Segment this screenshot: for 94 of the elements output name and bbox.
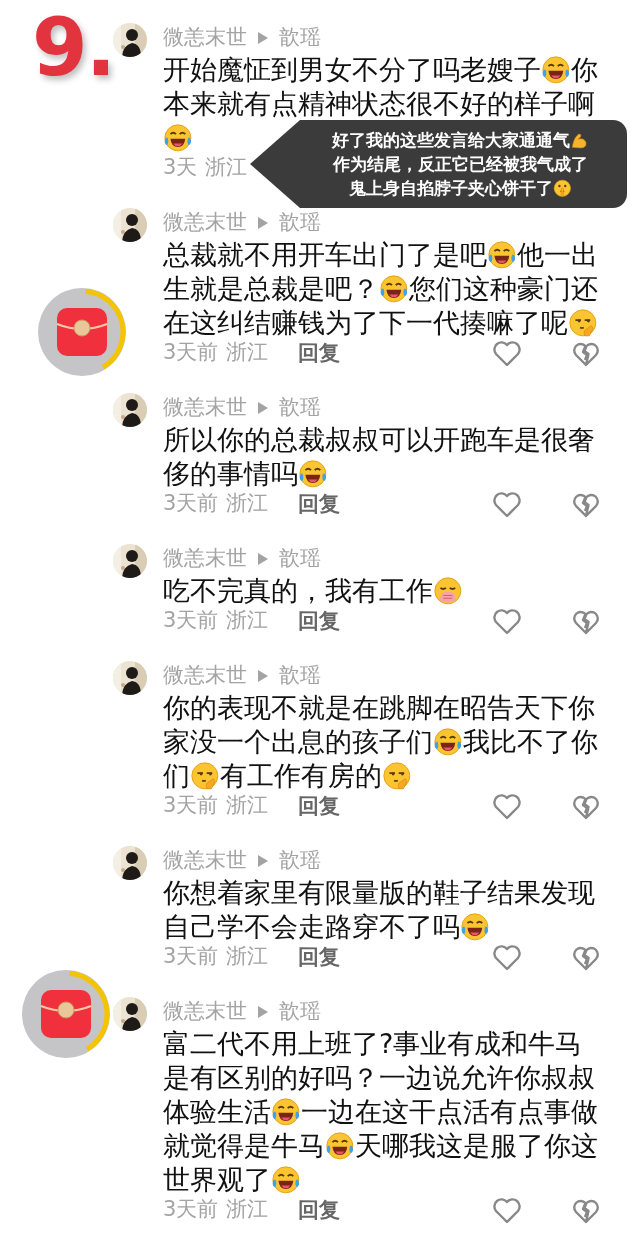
comment-text: 我比不了你 bbox=[462, 726, 598, 757]
crying-laughing-face-icon bbox=[325, 1130, 355, 1161]
reply-button[interactable]: 回复 bbox=[298, 1197, 341, 1223]
comment-text: 你 bbox=[570, 54, 598, 85]
tooltip-text: 作为结尾，反正它已经被我气成了 bbox=[332, 154, 588, 174]
comment-text: 在这纠结赚钱为了下一代揍嘛了呢 bbox=[163, 307, 568, 338]
crying-laughing-face-icon bbox=[298, 458, 328, 489]
comment-text: 所以你的总裁叔叔可以开跑车是很奢 bbox=[163, 424, 595, 455]
crying-laughing-face-icon bbox=[271, 1096, 301, 1127]
comment-text: 富二代不用上班了?事业有成和牛马 bbox=[163, 1028, 583, 1059]
heart-icon[interactable] bbox=[492, 943, 522, 971]
comment-text: 家没一个出息的孩子们 bbox=[163, 726, 433, 757]
location-text: 浙江 bbox=[226, 490, 269, 518]
heart-icon[interactable] bbox=[492, 607, 522, 635]
comment-text: 是有区别的好吗？一边说允许你叔叔 bbox=[163, 1062, 595, 1093]
timestamp: 3天 bbox=[163, 154, 198, 182]
location-text: 浙江 bbox=[226, 339, 269, 367]
timestamp: 3天前 bbox=[163, 1196, 219, 1224]
timestamp: 3天前 bbox=[163, 943, 219, 971]
username[interactable]: 歆瑶 bbox=[279, 543, 321, 575]
play-icon bbox=[257, 31, 269, 45]
location-text: 浙江 bbox=[226, 607, 269, 635]
comment-text: 总裁就不用开车出门了是吧 bbox=[163, 239, 487, 270]
username[interactable]: 微恙末世 bbox=[163, 207, 247, 239]
face-with-hand-icon bbox=[568, 307, 598, 338]
heart-icon[interactable] bbox=[492, 490, 522, 518]
username[interactable]: 微恙末世 bbox=[163, 996, 247, 1028]
location-text: 浙江 bbox=[205, 154, 248, 182]
play-icon bbox=[257, 1005, 269, 1019]
crying-laughing-face-icon bbox=[487, 239, 517, 270]
reply-button[interactable]: 回复 bbox=[298, 793, 341, 819]
comment-text: 你想着家里有限量版的鞋子结果发现 bbox=[163, 877, 595, 908]
comment-text: 体验生活 bbox=[163, 1096, 271, 1127]
location-text: 浙江 bbox=[226, 792, 269, 820]
envelope-icon bbox=[56, 308, 108, 356]
crying-laughing-face-icon bbox=[379, 273, 409, 304]
crying-laughing-face-icon bbox=[541, 54, 571, 85]
username[interactable]: 微恙末世 bbox=[163, 22, 247, 54]
username[interactable]: 歆瑶 bbox=[279, 996, 321, 1028]
username[interactable]: 歆瑶 bbox=[279, 392, 321, 424]
heart-icon[interactable] bbox=[492, 339, 522, 367]
crying-laughing-face-icon bbox=[460, 911, 490, 942]
envelope-icon bbox=[40, 990, 92, 1038]
reply-button[interactable]: 回复 bbox=[298, 944, 341, 970]
tooltip-text: 好了我的这些发言给大家通通气 bbox=[331, 130, 570, 150]
reply-button[interactable]: 回复 bbox=[298, 608, 341, 634]
comment-text: 有工作有房的 bbox=[219, 760, 382, 791]
timestamp: 3天前 bbox=[163, 490, 219, 518]
flexed-arm-icon bbox=[569, 130, 589, 150]
play-icon bbox=[257, 401, 269, 415]
comment-text: 你的表现不就是在跳脚在昭告天下你 bbox=[163, 692, 595, 723]
heart-icon[interactable] bbox=[492, 1196, 522, 1224]
timestamp: 3天前 bbox=[163, 339, 219, 367]
play-icon bbox=[257, 216, 269, 230]
username[interactable]: 微恙末世 bbox=[163, 845, 247, 877]
location-text: 浙江 bbox=[226, 943, 269, 971]
username[interactable]: 歆瑶 bbox=[279, 207, 321, 239]
username[interactable]: 歆瑶 bbox=[279, 660, 321, 692]
comment-text: 开始魔怔到男女不分了吗老嫂子 bbox=[163, 54, 541, 85]
crying-laughing-face-icon bbox=[433, 726, 463, 757]
heart-icon[interactable] bbox=[492, 792, 522, 820]
username[interactable]: 歆瑶 bbox=[279, 22, 321, 54]
comment-text: 生就是总裁是吧？ bbox=[163, 273, 379, 304]
play-icon bbox=[257, 669, 269, 683]
face-with-hand-icon bbox=[381, 760, 412, 791]
face-with-hand-icon bbox=[190, 760, 220, 791]
reply-button[interactable]: 回复 bbox=[298, 491, 341, 517]
comment-text: 世界观了 bbox=[163, 1164, 271, 1195]
comment-text: 一边在这干点活有点事做 bbox=[300, 1096, 598, 1127]
timestamp: 3天前 bbox=[163, 792, 219, 820]
comment-text: 本来就有点精神状态很不好的样子啊 bbox=[163, 88, 595, 119]
username[interactable]: 歆瑶 bbox=[279, 845, 321, 877]
shushing-face-icon bbox=[552, 178, 572, 198]
username[interactable]: 微恙末世 bbox=[163, 392, 247, 424]
item-number: 9. bbox=[32, 8, 115, 88]
comment-text: 们 bbox=[163, 760, 190, 791]
crying-laughing-face-icon bbox=[163, 122, 193, 153]
comment-text: 您们这种豪门还 bbox=[408, 273, 598, 304]
timestamp: 3天前 bbox=[163, 607, 219, 635]
play-icon bbox=[257, 854, 269, 868]
username[interactable]: 微恙末世 bbox=[163, 660, 247, 692]
comment-text: 吃不完真的，我有工作 bbox=[163, 575, 433, 606]
username[interactable]: 微恙末世 bbox=[163, 543, 247, 575]
play-icon bbox=[257, 552, 269, 566]
crying-laughing-face-icon bbox=[271, 1164, 301, 1195]
comment-text: 天哪我这是服了你这 bbox=[354, 1130, 598, 1161]
location-text: 浙江 bbox=[226, 1196, 269, 1224]
comment-text: 侈的事情吗 bbox=[163, 458, 298, 489]
comment-text: 自己学不会走路穿不了吗 bbox=[163, 911, 460, 942]
reply-button[interactable]: 回复 bbox=[298, 340, 341, 366]
yawning-face-icon bbox=[433, 575, 463, 606]
tooltip-text: 鬼上身自掐脖子夹心饼干了 bbox=[348, 178, 553, 198]
comment-text: 他一出 bbox=[516, 239, 598, 270]
comment-text: 就觉得是牛马 bbox=[163, 1130, 325, 1161]
